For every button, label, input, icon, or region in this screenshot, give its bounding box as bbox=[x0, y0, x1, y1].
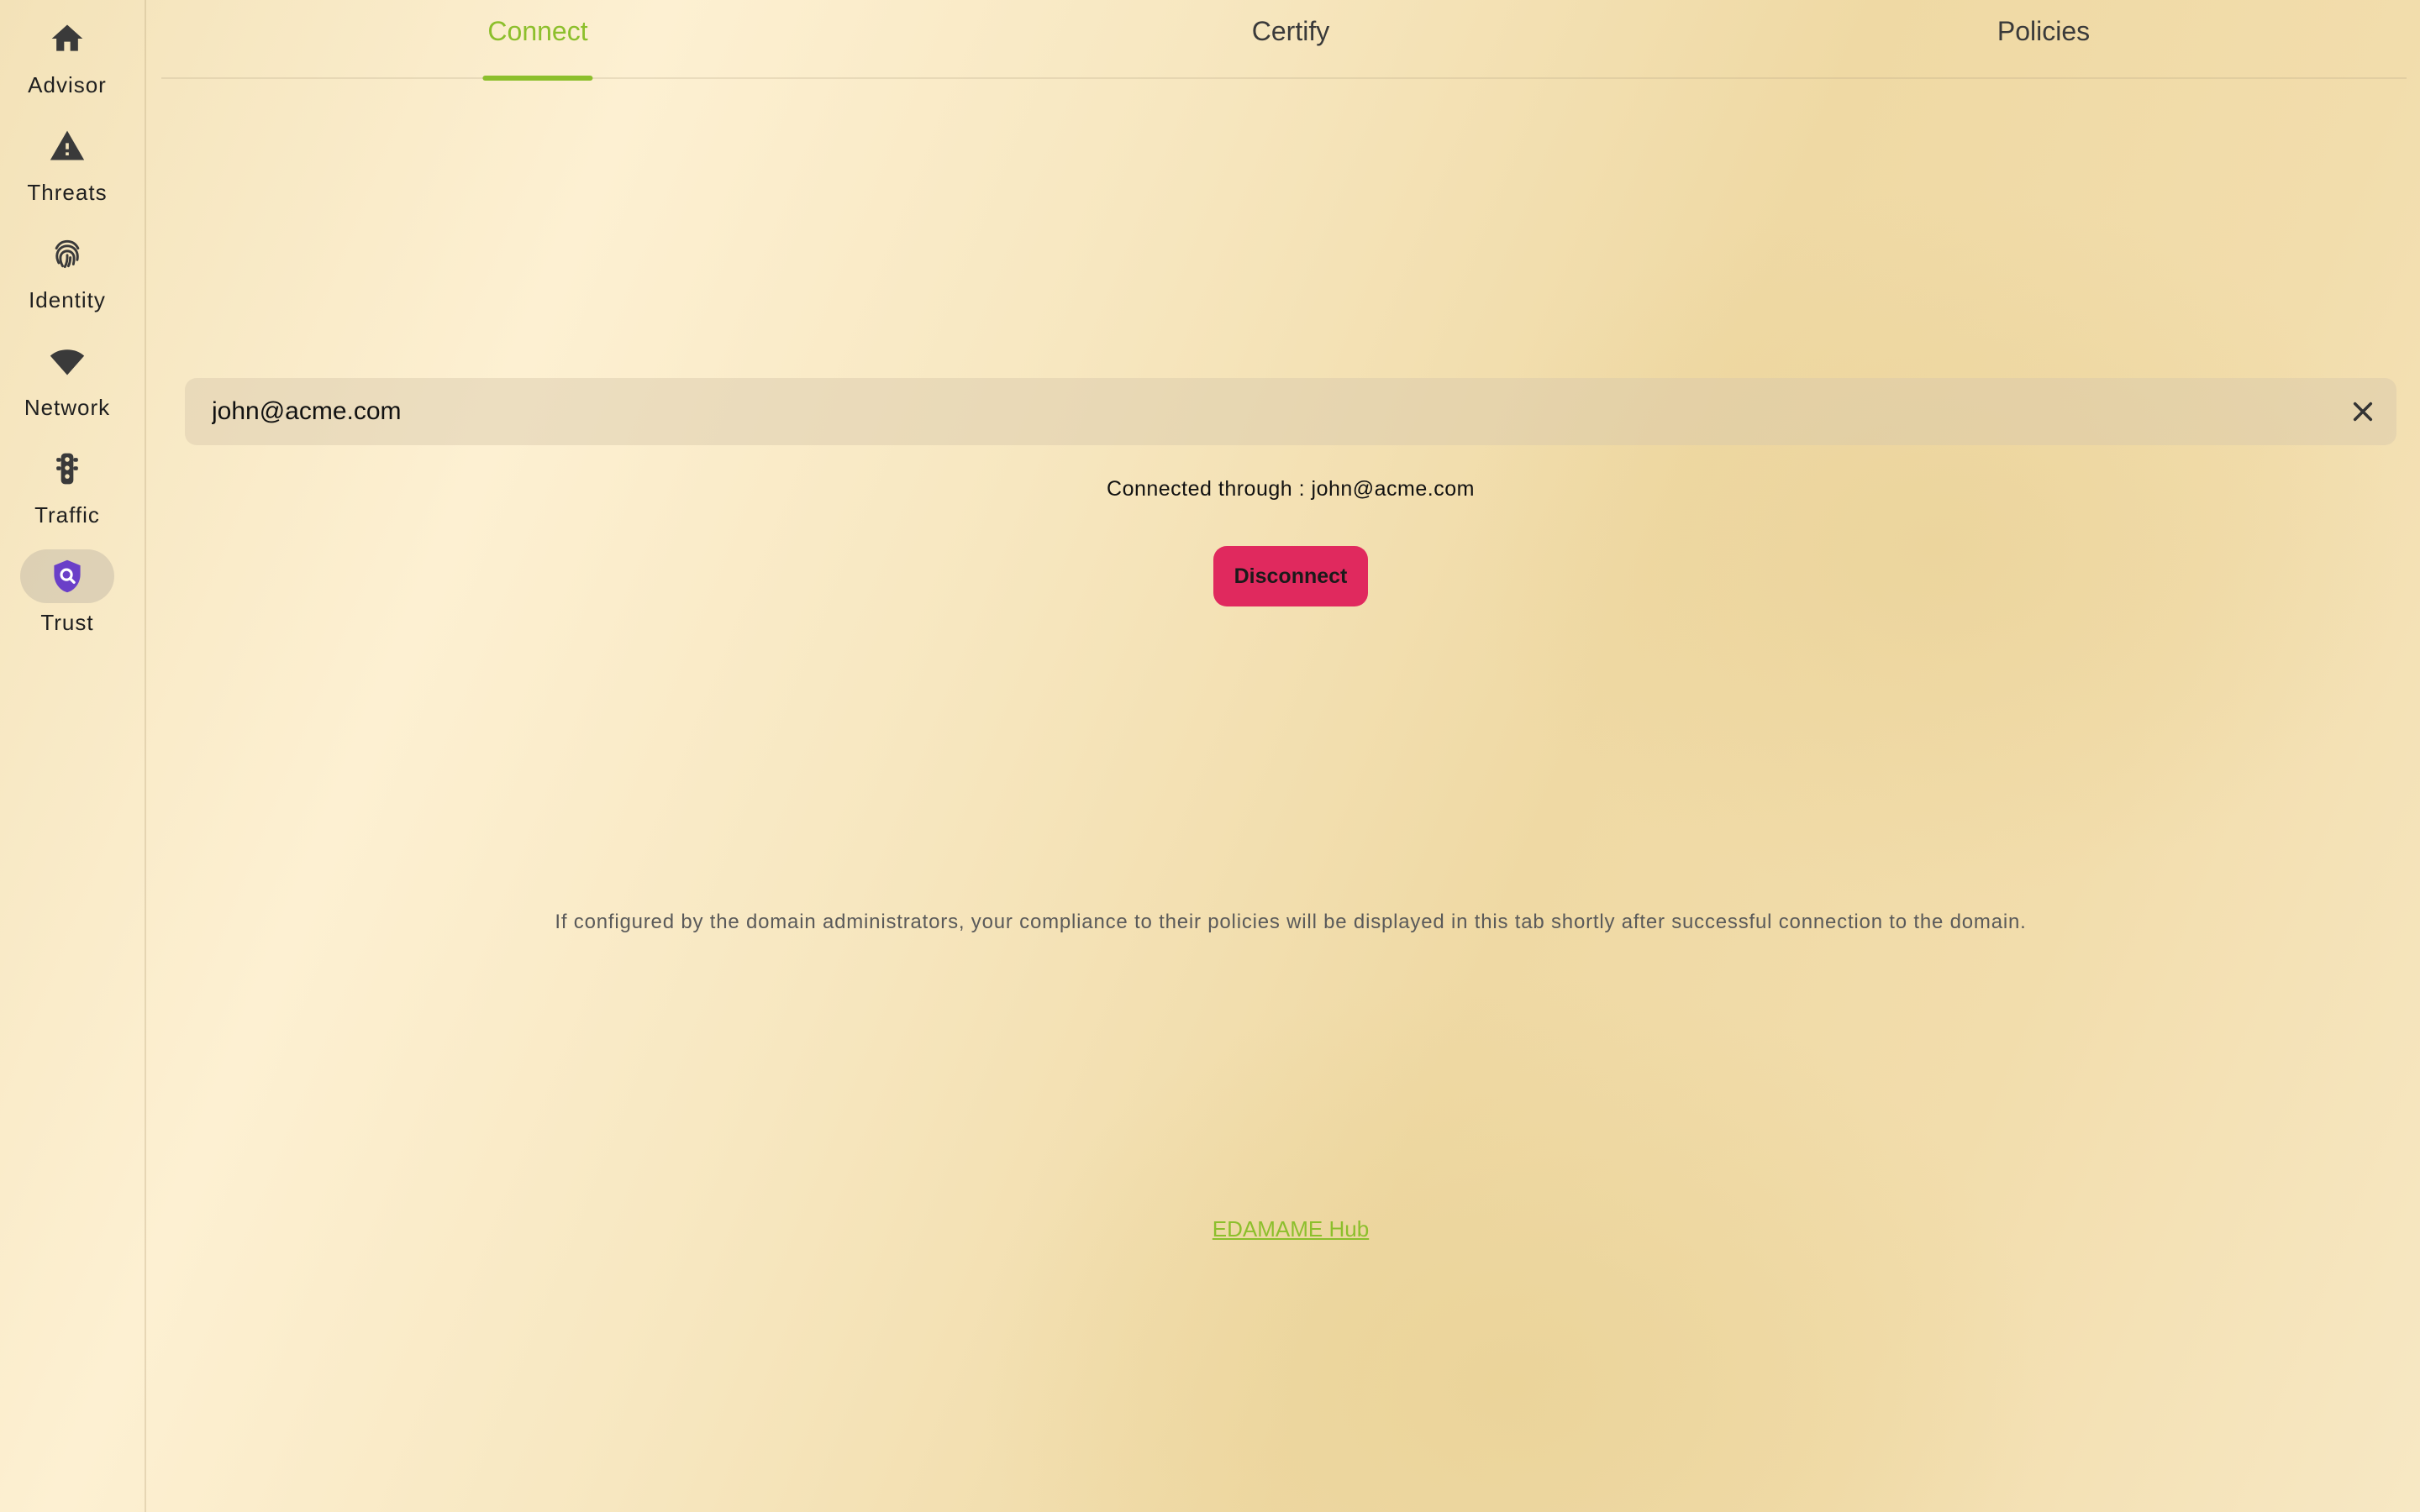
tab-certify[interactable]: Certify bbox=[1247, 0, 1334, 79]
clear-button[interactable] bbox=[2329, 378, 2396, 445]
fingerprint-icon bbox=[55, 239, 80, 269]
sidebar-item-advisor[interactable]: Advisor bbox=[0, 12, 134, 119]
tab-connect[interactable]: Connect bbox=[482, 0, 593, 81]
close-icon bbox=[2353, 402, 2373, 422]
sidebar-item-network[interactable]: Network bbox=[0, 334, 134, 442]
shield-search-icon bbox=[54, 559, 81, 593]
edamame-hub-link[interactable]: EDAMAME Hub bbox=[1213, 1216, 1369, 1242]
home-icon bbox=[51, 24, 83, 51]
domain-field bbox=[185, 377, 2396, 446]
sidebar-item-label: Threats bbox=[27, 180, 108, 205]
warning-icon bbox=[50, 130, 85, 160]
sidebar-item-label: Advisor bbox=[28, 72, 107, 97]
sidebar-item-identity[interactable]: Identity bbox=[0, 227, 134, 334]
sidebar-item-label: Traffic bbox=[34, 502, 100, 528]
policies-info-text: If configured by the domain administrato… bbox=[555, 911, 2027, 933]
domain-input[interactable] bbox=[185, 377, 2329, 446]
connection-status-text: Connected through : john@acme.com bbox=[1107, 477, 1475, 501]
sidebar-item-label: Network bbox=[24, 395, 111, 420]
hub-link-container: EDAMAME Hub bbox=[161, 1216, 2420, 1242]
wifi-icon bbox=[50, 349, 85, 375]
sidebar-item-threats[interactable]: Threats bbox=[0, 119, 134, 227]
sidebar-item-label: Identity bbox=[29, 287, 106, 312]
sidebar-item-label: Trust bbox=[40, 610, 94, 635]
disconnect-button[interactable]: Disconnect bbox=[1213, 546, 1368, 606]
tab-policies[interactable]: Policies bbox=[1992, 0, 2095, 79]
sidebar-item-trust[interactable]: Trust bbox=[0, 549, 134, 657]
sidebar-item-traffic[interactable]: Traffic bbox=[0, 442, 134, 549]
sidebar: Advisor Threats Identity Network Traffic… bbox=[0, 0, 146, 1512]
tab-bar: Connect Certify Policies bbox=[161, 0, 2407, 81]
traffic-light-icon bbox=[56, 453, 78, 485]
